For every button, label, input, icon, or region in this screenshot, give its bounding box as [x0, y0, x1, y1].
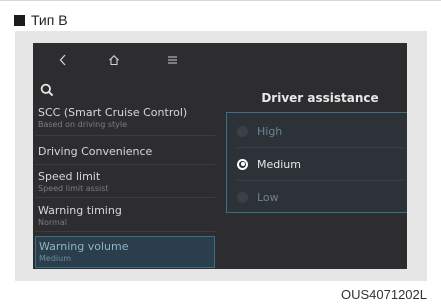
caption-label: Тип B — [31, 12, 68, 28]
menu-item-sublabel: Speed limit assist — [38, 184, 109, 193]
search-icon[interactable] — [35, 79, 59, 101]
option-label: Low — [257, 190, 279, 204]
menu-item-driving-convenience[interactable]: Driving Convenience — [35, 139, 215, 165]
home-icon[interactable] — [105, 52, 123, 68]
menu-item-label: Driving Convenience — [38, 145, 153, 158]
radio-unselected-icon — [237, 125, 248, 137]
caption-square-bullet — [14, 14, 25, 26]
option-high[interactable]: High — [227, 115, 407, 147]
menu-item-label: Speed limit — [38, 170, 101, 183]
top-rule — [0, 0, 441, 1]
option-label: Medium — [257, 157, 301, 171]
menu-item-sublabel: Medium — [39, 254, 71, 263]
option-low[interactable]: Low — [227, 181, 407, 213]
figure-panel: SCC (Smart Cruise Control) Based on driv… — [15, 31, 427, 281]
infotainment-screen: SCC (Smart Cruise Control) Based on driv… — [33, 43, 407, 269]
volume-options-group: High Medium Low — [226, 112, 407, 213]
menu-item-label: SCC (Smart Cruise Control) — [38, 106, 188, 119]
caption: Тип B — [14, 11, 68, 29]
menu-item-warning-volume[interactable]: Warning volume Medium — [35, 236, 215, 268]
figure-code: OUS4071202L — [340, 287, 427, 302]
detail-title: Driver assistance — [261, 91, 379, 105]
option-label: High — [257, 124, 283, 138]
menu-item-sublabel: Based on driving style — [38, 120, 128, 129]
option-medium[interactable]: Medium — [227, 148, 407, 180]
chevron-left-icon[interactable] — [55, 52, 71, 68]
nav-bar — [33, 43, 233, 79]
radio-unselected-icon — [237, 191, 248, 203]
menu-item-label: Warning volume — [39, 240, 129, 253]
menu-item-warning-timing[interactable]: Warning timing Normal — [35, 201, 215, 232]
menu-item-speed-limit[interactable]: Speed limit Speed limit assist — [35, 167, 215, 198]
menu-item-scc[interactable]: SCC (Smart Cruise Control) Based on driv… — [35, 104, 215, 136]
radio-selected-icon — [237, 158, 248, 170]
menu-item-label: Warning timing — [38, 204, 122, 217]
hamburger-menu-icon[interactable] — [163, 52, 181, 68]
menu-item-sublabel: Normal — [38, 218, 67, 227]
